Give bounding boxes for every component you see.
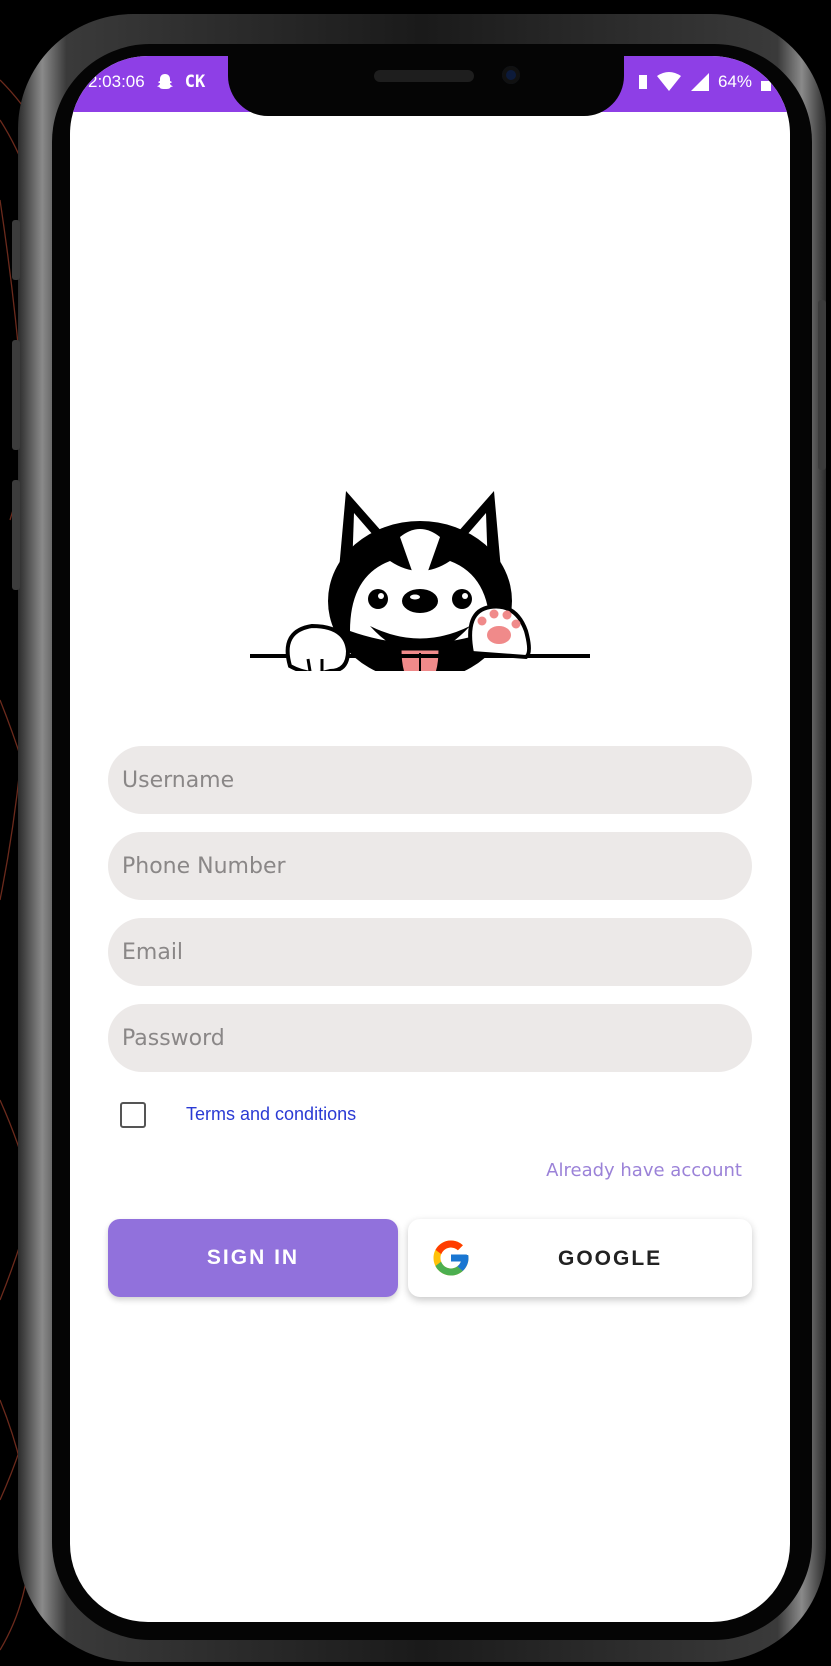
- husky-dog-logo: [250, 491, 590, 671]
- mute-switch: [12, 220, 20, 280]
- volume-up-button: [12, 340, 20, 450]
- app-screen: 2:03:06 CK 64% Username Phone Number Ema…: [70, 56, 790, 1622]
- phone-notch: [228, 56, 624, 116]
- sim-icon: [638, 75, 647, 89]
- sign-in-button[interactable]: SIGN IN: [108, 1219, 398, 1297]
- power-button: [818, 300, 826, 470]
- battery-icon: [761, 77, 771, 91]
- status-carrier-tag: CK: [184, 72, 206, 92]
- earpiece-speaker: [374, 70, 474, 82]
- email-input[interactable]: [108, 918, 752, 986]
- google-button-label: GOOGLE: [558, 1247, 663, 1270]
- google-sign-in-button[interactable]: GOOGLE: [408, 1219, 752, 1297]
- status-time: 2:03:06: [88, 72, 145, 91]
- terms-link[interactable]: Terms and conditions: [186, 1104, 356, 1125]
- google-g-icon: [433, 1240, 469, 1276]
- already-have-account-link[interactable]: Already have account: [546, 1160, 742, 1181]
- battery-percent: 64%: [717, 72, 752, 91]
- wifi-icon: [656, 72, 681, 91]
- volume-down-button: [12, 480, 20, 590]
- username-input[interactable]: [108, 746, 752, 814]
- phone-number-input[interactable]: [108, 832, 752, 900]
- password-input[interactable]: [108, 1004, 752, 1072]
- front-camera: [502, 66, 520, 84]
- terms-checkbox[interactable]: [120, 1102, 146, 1128]
- signal-icon: [690, 73, 709, 91]
- snapchat-icon: [156, 74, 173, 89]
